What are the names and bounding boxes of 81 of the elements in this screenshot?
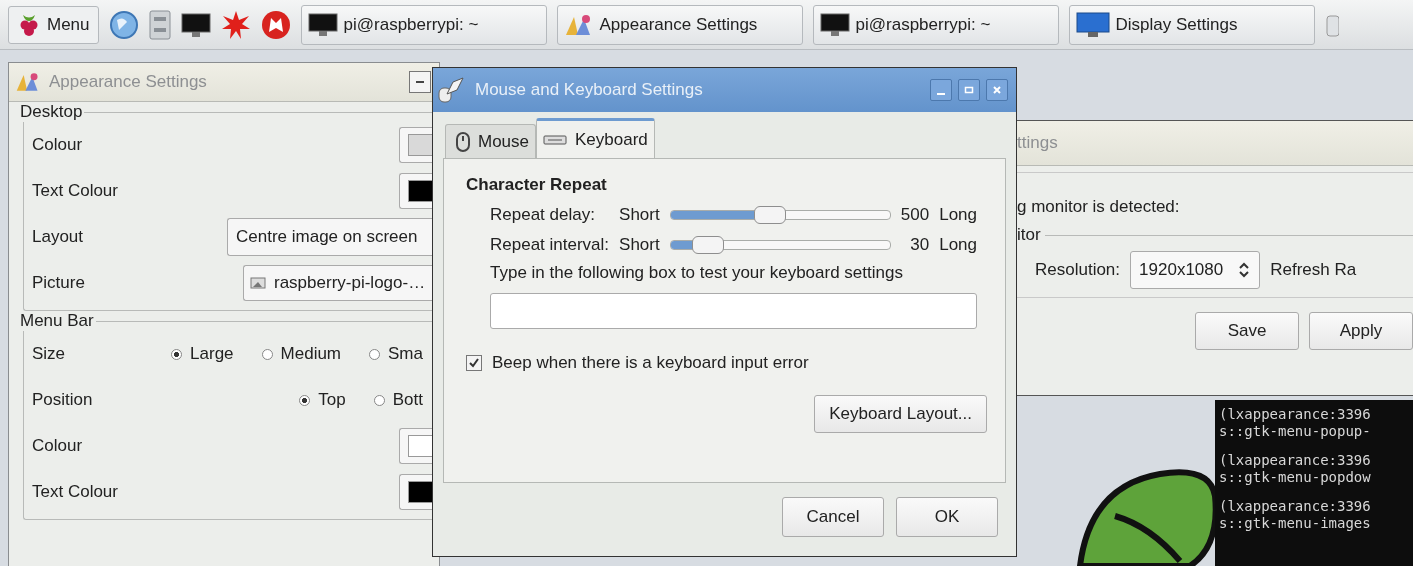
dialog-button[interactable]: Cancel [782, 497, 884, 537]
taskbar-window-button[interactable]: Appearance Settings [556, 4, 803, 45]
keyboard-layout-button[interactable]: Keyboard Layout... [814, 395, 987, 433]
terminal-line: (lxappearance:3396 [1219, 498, 1372, 515]
taskbar-window-button[interactable]: pi@raspberrypi: ~ [300, 4, 547, 45]
minimize-button[interactable] [409, 71, 431, 93]
field-label: Text Colour [32, 181, 119, 201]
terminal-line: s::gtk-menu-popup- [1219, 423, 1372, 440]
window-title: ttings [1017, 133, 1059, 153]
radio-button[interactable] [261, 348, 273, 360]
slider-max-label: Long [939, 235, 977, 255]
filing-cabinet-icon[interactable] [148, 9, 171, 40]
field-label: Resolution: [1035, 260, 1121, 280]
monitor-icon[interactable] [180, 11, 211, 38]
dialog-button[interactable]: Save [1195, 312, 1299, 350]
slider-min-label: Short [619, 235, 660, 255]
slider-label: Repeat interval: [490, 235, 610, 255]
slider-track[interactable] [669, 206, 891, 224]
close-button[interactable] [986, 79, 1008, 101]
radio-option[interactable]: Bott [373, 390, 423, 410]
window-title: Mouse and Keyboard Settings [475, 80, 704, 100]
radio-button[interactable] [171, 348, 183, 360]
monitor-icon [307, 12, 338, 37]
field-label: Colour [32, 436, 84, 456]
radio-button[interactable] [299, 394, 311, 406]
slider-thumb[interactable] [691, 236, 724, 254]
radio-option[interactable]: Large [171, 344, 234, 364]
group-label: Desktop [19, 102, 84, 122]
slider-track[interactable] [669, 236, 891, 254]
starburst-icon[interactable] [220, 9, 251, 40]
checkbox[interactable] [466, 355, 482, 371]
maximize-icon [964, 85, 974, 95]
globe-icon[interactable] [108, 9, 139, 40]
mouse-icon [456, 131, 470, 152]
field-label: Size [32, 344, 67, 364]
minimize-button[interactable] [930, 79, 952, 101]
slider-max-label: Long [939, 205, 977, 225]
instruction-text: Type in the following box to test your keyboard settings [489, 263, 904, 283]
resolution-dropdown[interactable]: 1920x1080 [1130, 251, 1261, 289]
monitor-icon [819, 12, 850, 37]
dialog-button[interactable]: Apply [1309, 312, 1413, 350]
window-title: Appearance Settings [49, 72, 208, 92]
monitor-detected-text: g monitor is detected: [1017, 197, 1181, 217]
group-label: itor [1017, 225, 1042, 245]
field-label: Colour [32, 135, 84, 155]
terminal-line: s::gtk-menu-images [1219, 515, 1372, 532]
section-heading: Character Repeat [466, 175, 608, 195]
slider-value: 30 [909, 235, 930, 255]
tab[interactable]: Keyboard [536, 118, 655, 158]
dialog-button[interactable]: OK [896, 497, 998, 537]
field-label: Picture [32, 273, 86, 293]
terminal-line: (lxappearance:3396 [1219, 452, 1372, 469]
input-field[interactable] [490, 293, 977, 329]
taskbar-window-button[interactable]: pi@raspberrypi: ~ [812, 4, 1059, 45]
menu-button[interactable]: Menu [8, 5, 99, 44]
slider-thumb[interactable] [753, 206, 786, 224]
field-label: Position [32, 390, 94, 410]
slider-value: 500 [900, 205, 930, 225]
up-down-arrows-icon [1237, 261, 1252, 279]
taskbar-window-button[interactable]: Display Settings [1068, 4, 1315, 45]
slider-min-label: Short [619, 205, 660, 225]
minimize-icon [936, 93, 946, 95]
radio-button[interactable] [373, 394, 385, 406]
field-label: Text Colour [32, 482, 119, 502]
radio-option[interactable]: Top [299, 390, 346, 410]
checkbox-option[interactable]: Beep when there is a keyboard input error [466, 353, 977, 373]
checkmark-icon [468, 357, 480, 369]
terminal-line: s::gtk-menu-popdow [1219, 469, 1372, 486]
keyboard-icon [543, 133, 568, 146]
maximize-button[interactable] [958, 79, 980, 101]
close-icon [992, 85, 1002, 95]
terminal-line: (lxappearance:3396 [1219, 406, 1372, 423]
radio-option[interactable]: Medium [261, 344, 342, 364]
field-label: Refresh Ra [1270, 260, 1357, 280]
field-label: Layout [32, 227, 85, 247]
group-label: Menu Bar [19, 311, 95, 331]
slider-label: Repeat delay: [490, 205, 596, 225]
tab[interactable]: Mouse [445, 124, 537, 158]
monitor-icon [1075, 11, 1110, 38]
radio-button[interactable] [369, 348, 381, 360]
radio-option[interactable]: Sma [369, 344, 423, 364]
